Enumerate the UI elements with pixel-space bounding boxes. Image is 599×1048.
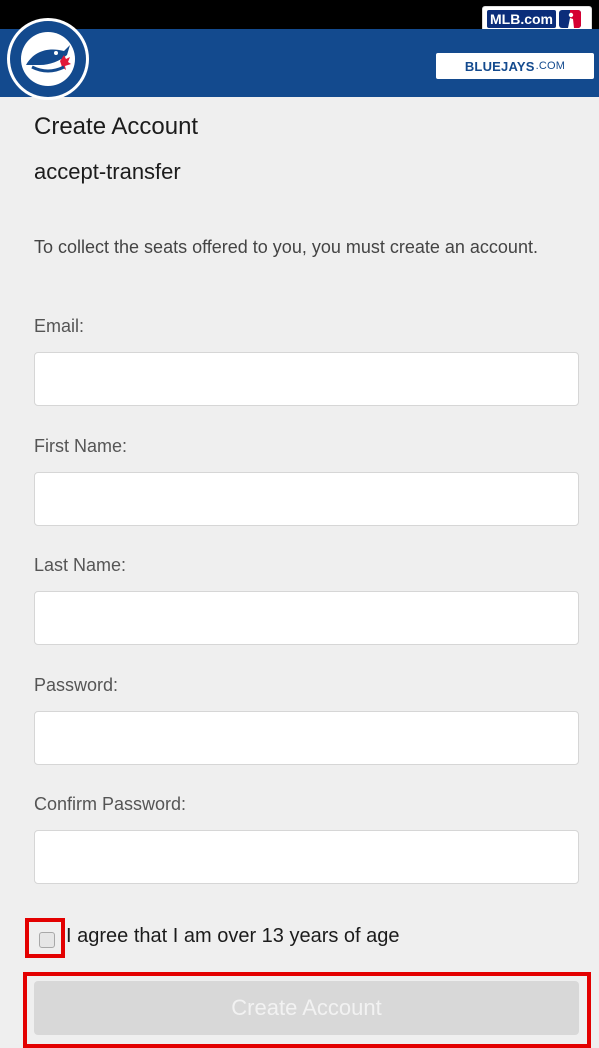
bluejays-com-link[interactable]: BLUEJAYS .COM <box>436 53 594 79</box>
confirm-password-label: Confirm Password: <box>34 794 187 814</box>
toronto-blue-jays-logo-icon[interactable] <box>4 15 92 103</box>
intro-text: To collect the seats offered to you, you… <box>34 237 538 257</box>
first-name-field[interactable] <box>34 472 579 526</box>
confirm-password-field[interactable] <box>34 830 579 884</box>
age-checkbox[interactable] <box>39 932 55 948</box>
site-header: BLUEJAYS .COM <box>0 18 599 100</box>
email-label: Email: <box>34 316 85 336</box>
page-subtitle: accept-transfer <box>34 159 181 184</box>
mlb-batter-logo-icon <box>559 9 581 28</box>
password-label: Password: <box>34 675 119 695</box>
email-field[interactable] <box>34 352 579 406</box>
bluejays-link-label: BLUEJAYS <box>464 58 535 74</box>
create-account-page: MLB.com BLUEJAYS .COM Create Account acc… <box>0 0 599 1048</box>
page-title: Create Account <box>34 113 199 140</box>
last-name-label: Last Name: <box>34 555 127 575</box>
first-name-label: First Name: <box>34 436 128 456</box>
mlb-com-link[interactable]: MLB.com <box>482 6 592 31</box>
age-checkbox-highlight <box>25 918 65 958</box>
password-field[interactable] <box>34 711 579 765</box>
age-checkbox-label[interactable]: I agree that I am over 13 years of age <box>66 925 400 948</box>
create-account-button[interactable]: Create Account <box>34 981 579 1035</box>
mlb-com-label: MLB.com <box>487 9 556 28</box>
bluejays-link-suffix: .COM <box>535 60 566 72</box>
last-name-field[interactable] <box>34 591 579 645</box>
